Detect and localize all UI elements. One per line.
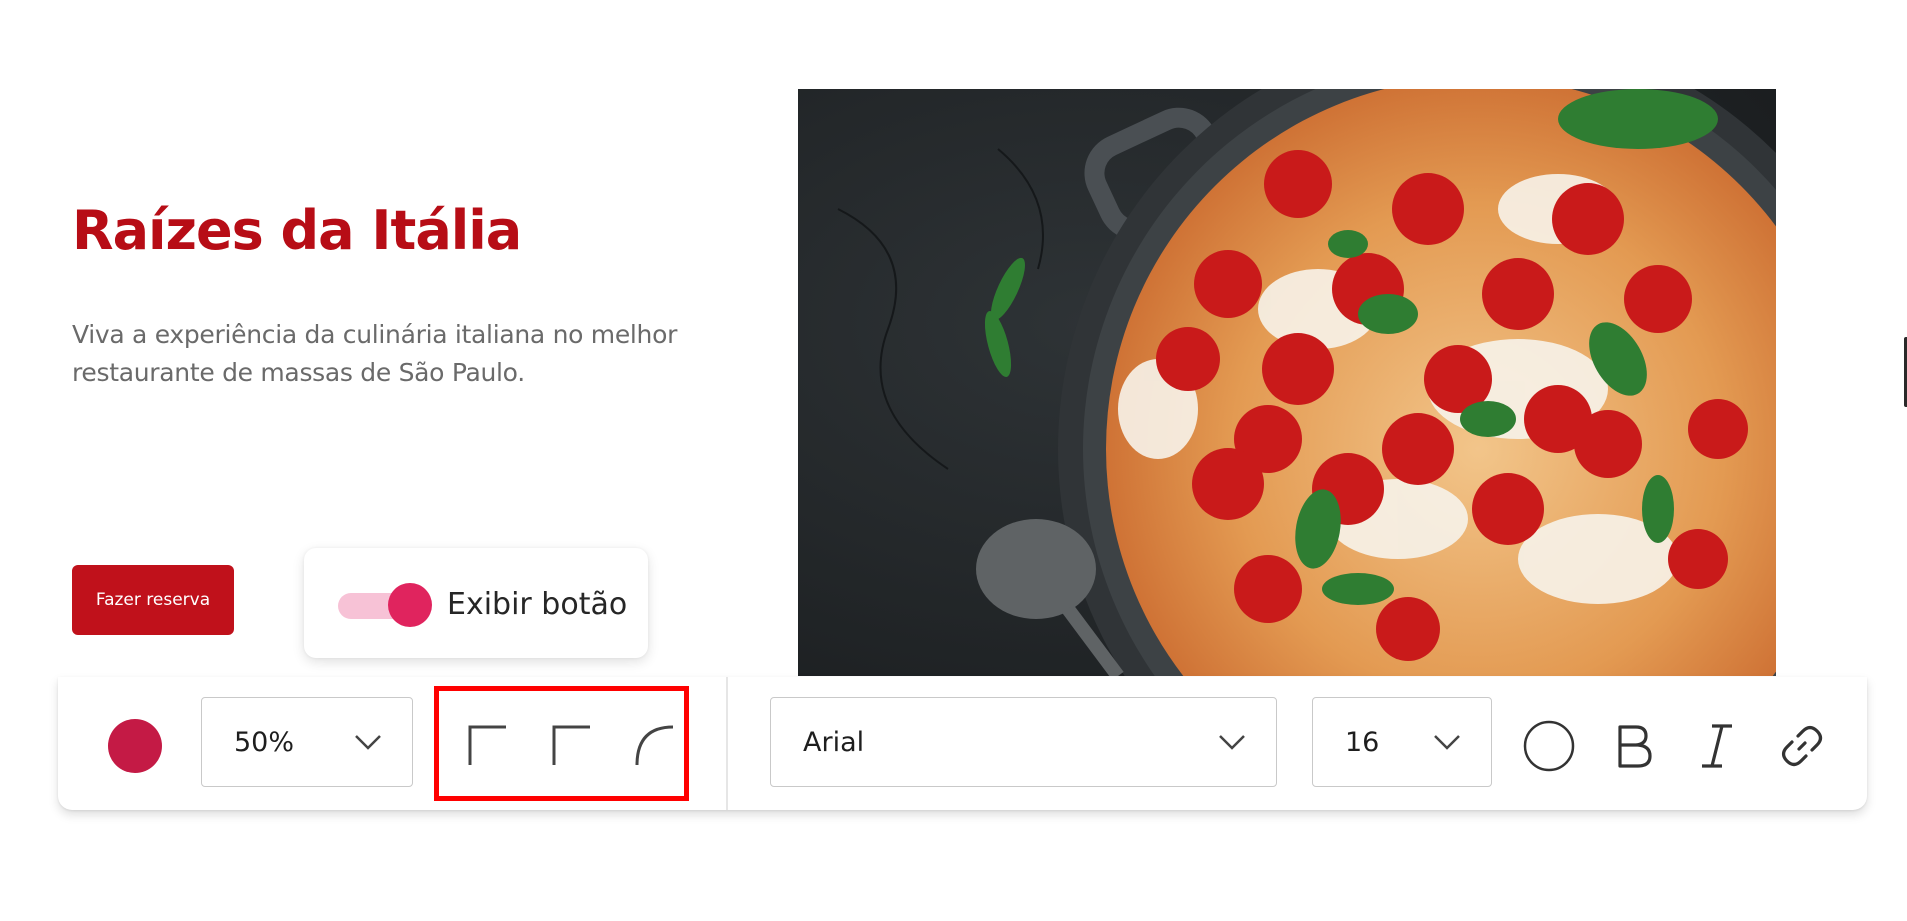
italic-icon[interactable]: [1690, 719, 1744, 773]
pasta-dish-illustration: [798, 89, 1776, 676]
link-icon[interactable]: [1775, 719, 1829, 773]
reserve-button[interactable]: Fazer reserva: [72, 565, 234, 635]
circle-outline-icon[interactable]: [1522, 719, 1576, 773]
chevron-down-icon: [1219, 735, 1245, 750]
color-picker-swatch[interactable]: [108, 719, 162, 773]
opacity-value: 50%: [234, 726, 295, 758]
show-button-toggle-card: Exibir botão: [304, 548, 648, 658]
opacity-dropdown[interactable]: 50%: [201, 697, 413, 787]
font-size-value: 16: [1345, 726, 1380, 758]
toolbar-divider: [726, 677, 728, 810]
show-button-switch[interactable]: [338, 583, 432, 627]
hero-subtitle: Viva a experiência da culinária italiana…: [72, 320, 678, 387]
font-family-value: Arial: [803, 726, 865, 758]
hero-title: Raízes da Itália: [72, 199, 522, 262]
chevron-down-icon: [355, 735, 381, 750]
font-family-dropdown[interactable]: Arial: [770, 697, 1277, 787]
font-size-dropdown[interactable]: 16: [1312, 697, 1492, 787]
switch-thumb: [388, 583, 432, 627]
rounded-corner-icon[interactable]: [631, 721, 675, 765]
bold-icon[interactable]: [1606, 719, 1660, 773]
chevron-down-icon: [1434, 735, 1460, 750]
corner-style-group: [434, 686, 689, 801]
square-corner-icon[interactable]: [464, 721, 508, 765]
square-corner-icon[interactable]: [548, 721, 592, 765]
pasta-dish-image: [798, 89, 1776, 676]
show-button-label: Exibir botão: [447, 587, 628, 622]
style-toolbar: 50% Arial 16: [58, 677, 1867, 810]
